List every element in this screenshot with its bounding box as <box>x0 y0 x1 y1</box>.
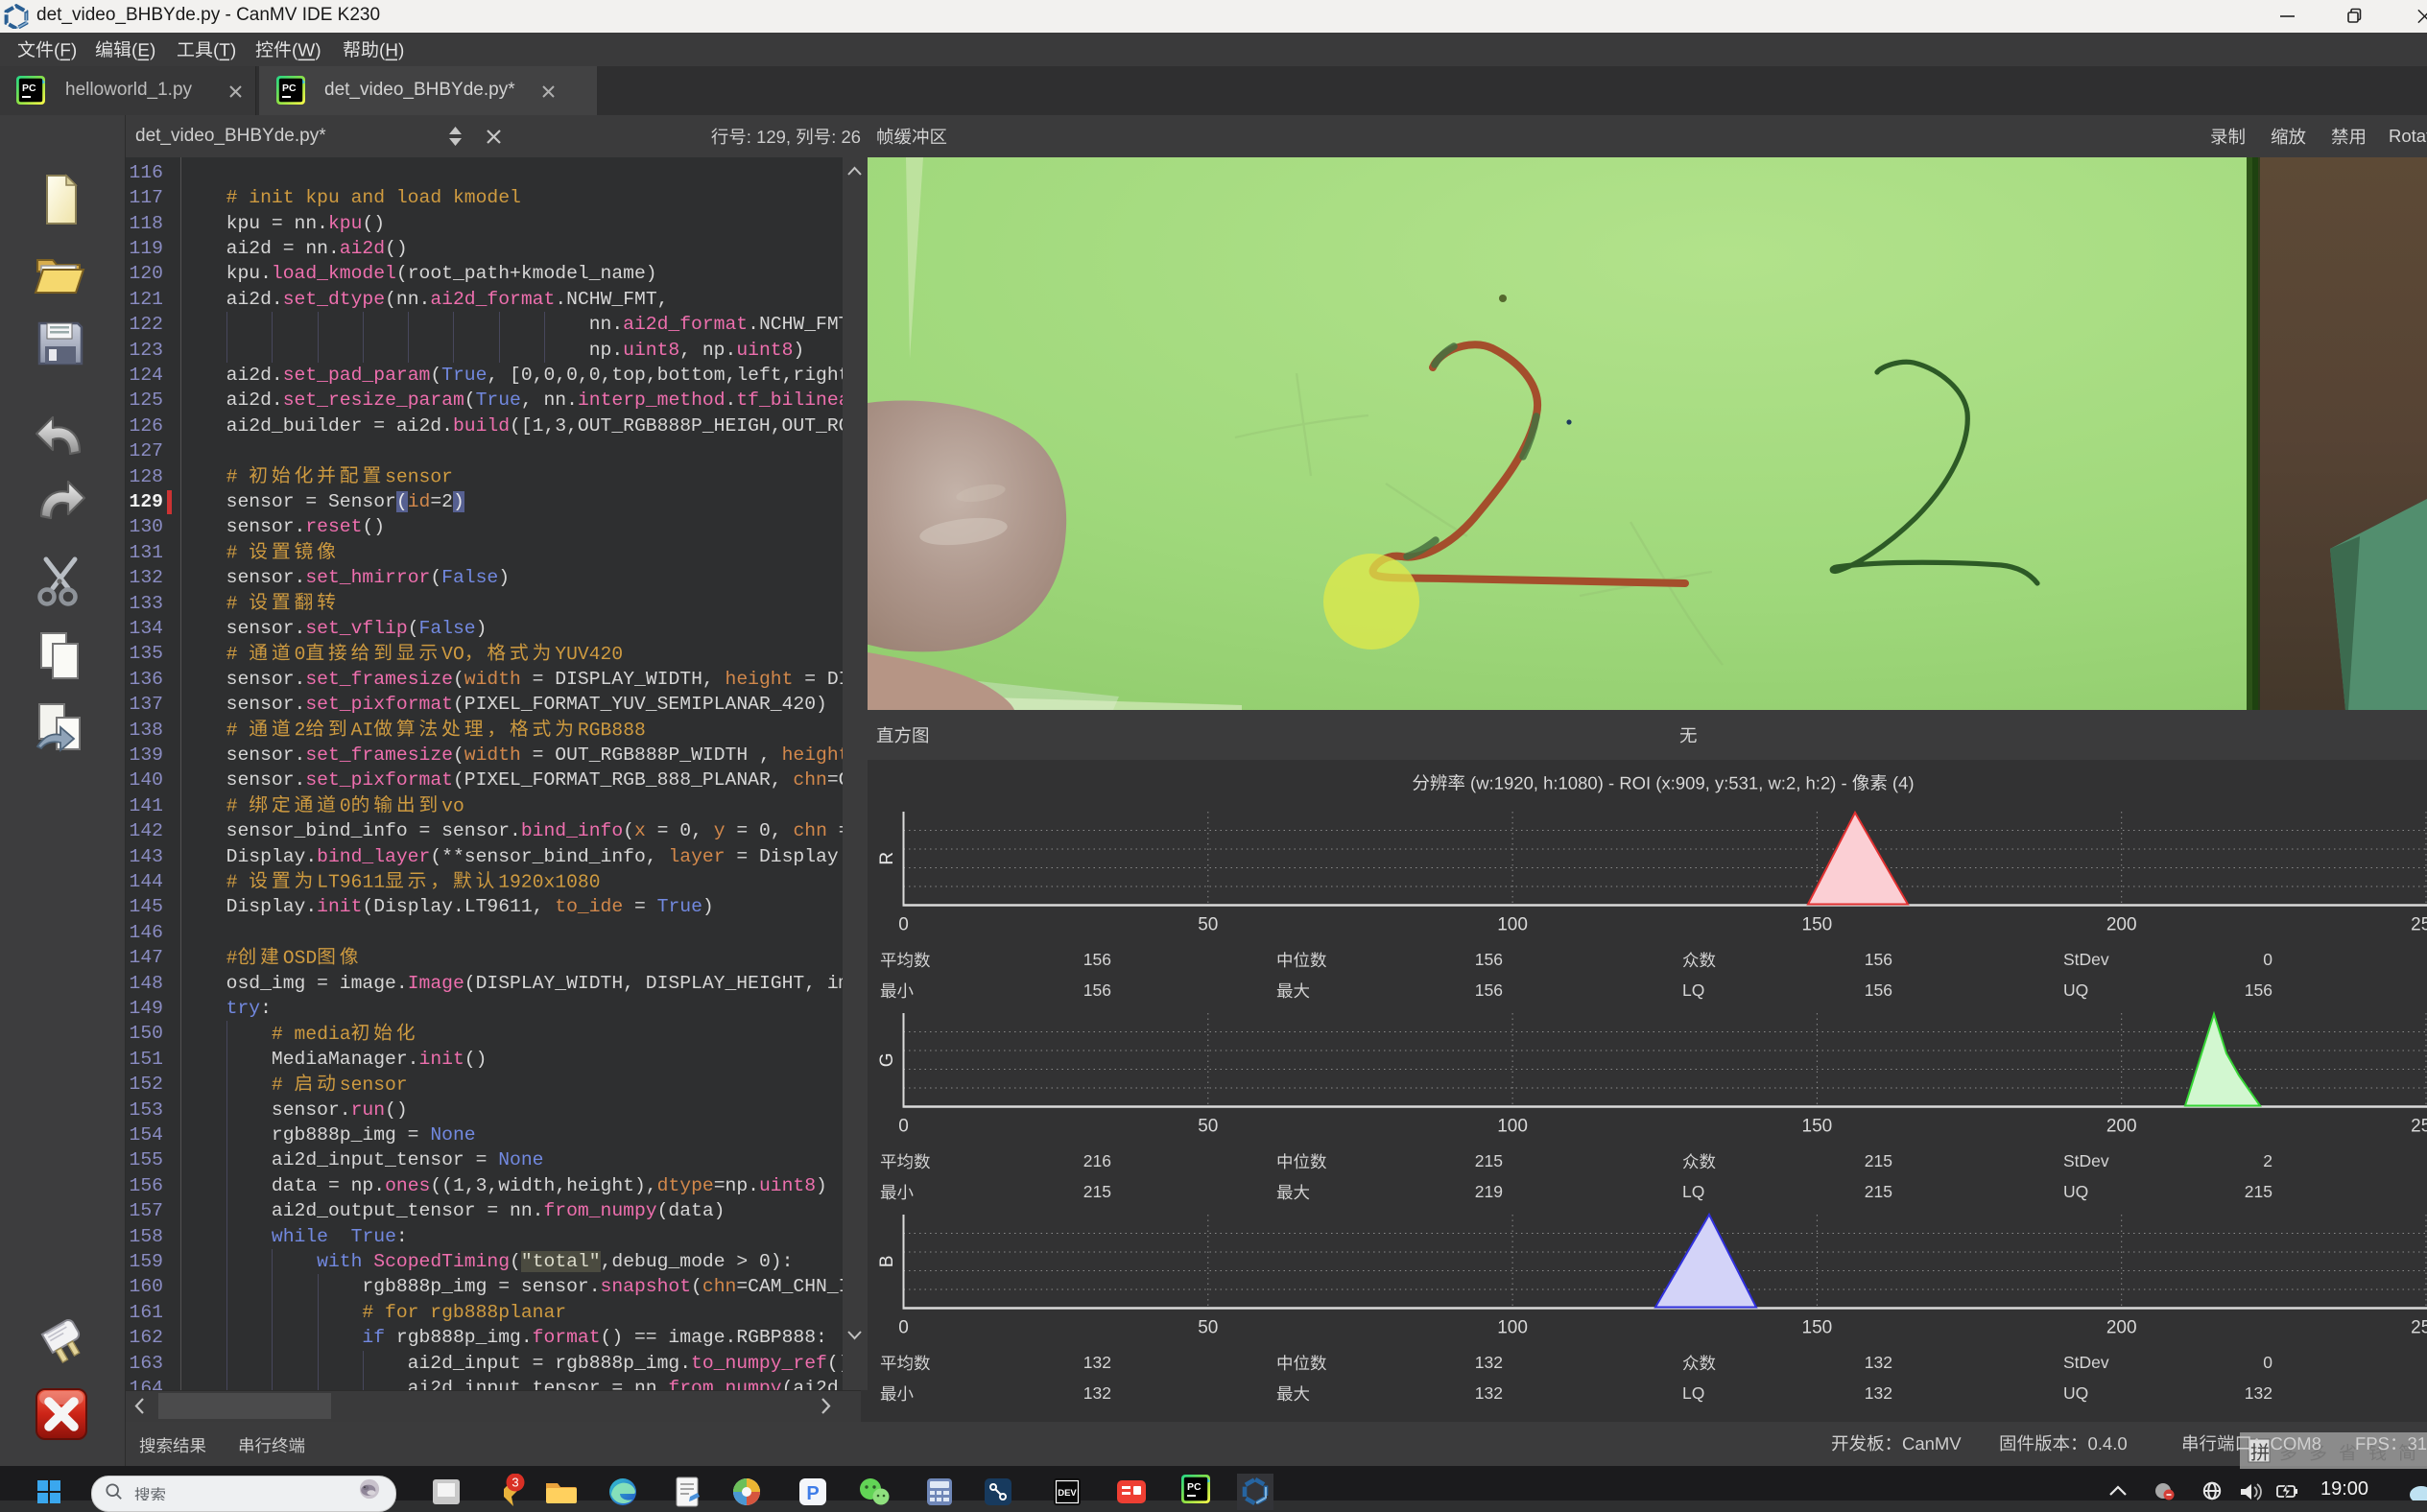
svg-text:100: 100 <box>1497 1318 1528 1338</box>
svg-text:DEV: DEV <box>1058 1488 1077 1499</box>
svg-text:250: 250 <box>2411 1117 2427 1137</box>
svg-text:200: 200 <box>2106 1117 2137 1137</box>
svg-text:0: 0 <box>898 1117 909 1137</box>
svg-text:50: 50 <box>1198 1318 1218 1338</box>
svg-text:150: 150 <box>1802 1117 1833 1137</box>
svg-text:250: 250 <box>2411 915 2427 935</box>
svg-text:150: 150 <box>1802 1318 1833 1338</box>
svg-text:200: 200 <box>2106 1318 2137 1338</box>
svg-text:P: P <box>806 1483 819 1504</box>
svg-text:PC: PC <box>282 83 297 94</box>
svg-text:150: 150 <box>1802 915 1833 935</box>
svg-text:R: R <box>877 852 897 865</box>
svg-text:0: 0 <box>898 915 909 935</box>
svg-text:200: 200 <box>2106 915 2137 935</box>
svg-text:50: 50 <box>1198 1117 1218 1137</box>
svg-text:100: 100 <box>1497 1117 1528 1137</box>
svg-text:250: 250 <box>2411 1318 2427 1338</box>
svg-text:50: 50 <box>1198 915 1218 935</box>
svg-text:PC: PC <box>1187 1481 1202 1493</box>
svg-text:3: 3 <box>512 1476 518 1490</box>
svg-text:B: B <box>877 1255 897 1267</box>
svg-text:PC: PC <box>22 83 36 94</box>
svg-text:0: 0 <box>898 1318 909 1338</box>
svg-text:G: G <box>877 1052 897 1067</box>
svg-text:100: 100 <box>1497 915 1528 935</box>
